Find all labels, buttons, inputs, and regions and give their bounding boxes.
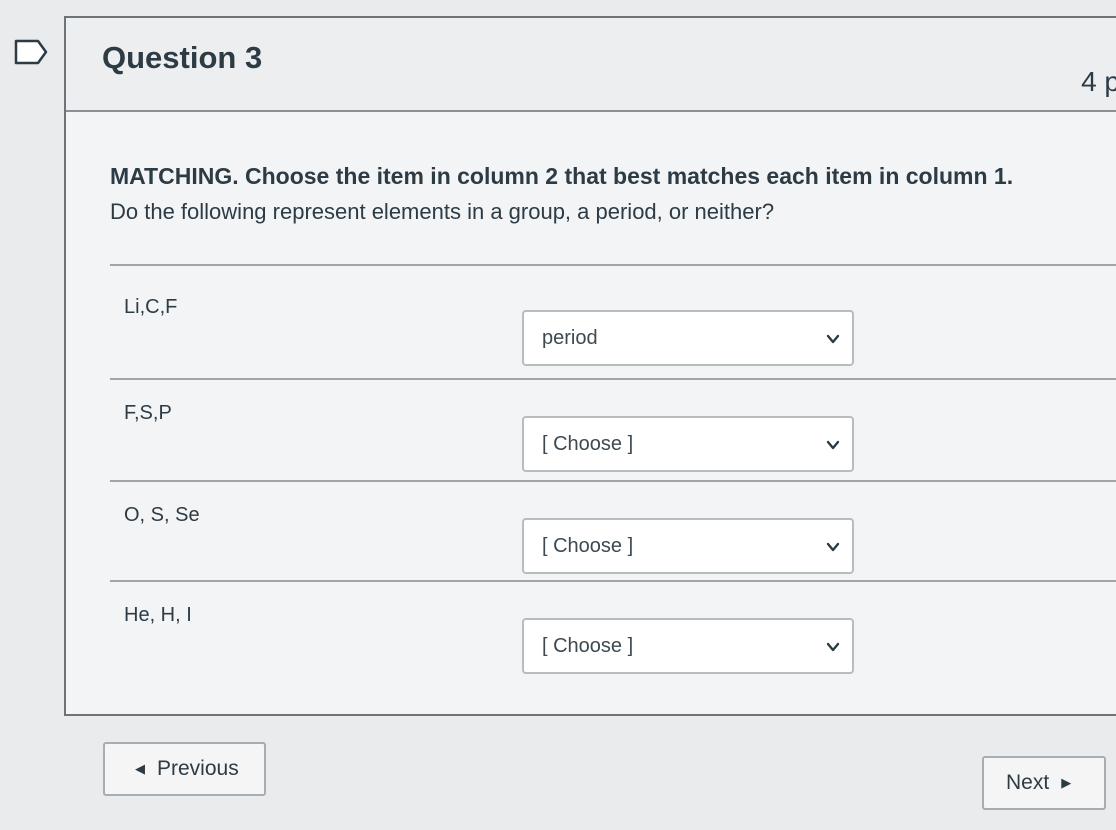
match-select[interactable]: [ Choose ] <box>522 518 854 574</box>
next-button[interactable]: Next ▶ <box>982 756 1106 810</box>
triangle-right-icon: ▶ <box>1061 775 1072 790</box>
flag-question-icon[interactable] <box>14 39 48 65</box>
question-header: Question 3 4 p <box>66 18 1116 112</box>
match-item-label: F,S,P <box>124 402 172 424</box>
match-select[interactable]: [ Choose ] <box>522 618 854 674</box>
match-row: O, S, Se [ Choose ] <box>66 498 1116 602</box>
match-item-label: Li,C,F <box>124 296 178 318</box>
divider <box>110 480 1116 482</box>
select-value: [ Choose ] <box>542 635 634 657</box>
next-button-label: Next <box>1006 771 1050 794</box>
match-item-label: O, S, Se <box>124 504 200 526</box>
divider <box>110 264 1116 266</box>
select-value: period <box>542 327 598 349</box>
match-item-label: He, H, I <box>124 604 192 626</box>
match-select[interactable]: [ Choose ] <box>522 416 854 472</box>
quiz-page: Question 3 4 p MATCHING. Choose the item… <box>0 0 1116 830</box>
select-value: [ Choose ] <box>542 433 634 455</box>
question-title: Question 3 <box>102 40 263 75</box>
prompt-line-2: Do the following represent elements in a… <box>110 199 775 224</box>
chevron-down-icon <box>826 542 840 552</box>
triangle-left-icon: ◀ <box>135 761 145 776</box>
previous-button-label: Previous <box>157 757 239 780</box>
question-prompt: MATCHING. Choose the item in column 2 th… <box>110 158 1013 230</box>
divider <box>110 378 1116 380</box>
match-select[interactable]: period <box>522 310 854 366</box>
question-points: 4 p <box>1081 66 1116 97</box>
chevron-down-icon <box>826 642 840 652</box>
match-row: F,S,P [ Choose ] <box>66 396 1116 500</box>
select-value: [ Choose ] <box>542 535 634 557</box>
question-card: Question 3 4 p MATCHING. Choose the item… <box>64 16 1116 716</box>
match-row: He, H, I [ Choose ] <box>66 598 1116 702</box>
chevron-down-icon <box>826 334 840 344</box>
divider <box>110 580 1116 582</box>
prompt-line-1: MATCHING. Choose the item in column 2 th… <box>110 163 1014 189</box>
chevron-down-icon <box>826 440 840 450</box>
previous-button[interactable]: ◀ Previous <box>103 742 266 796</box>
